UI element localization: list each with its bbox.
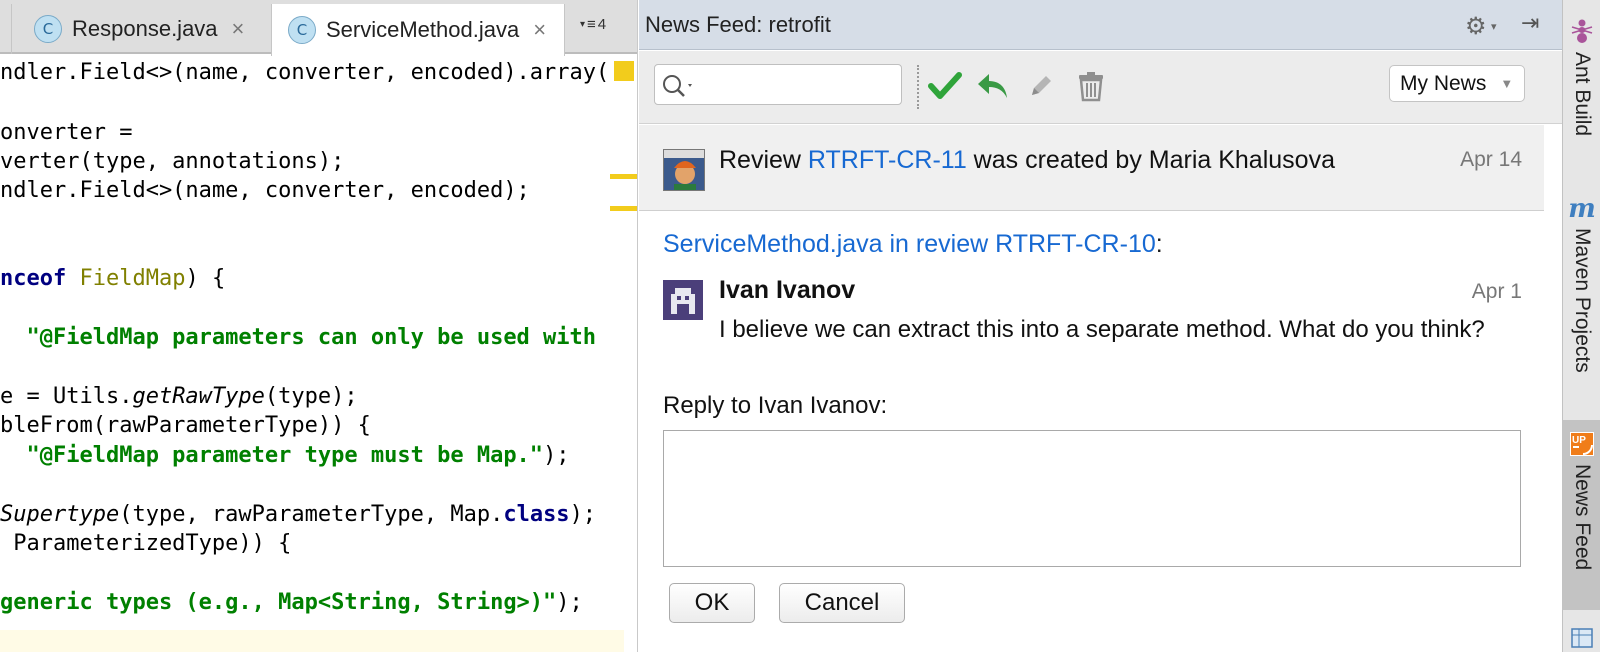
tool-tab-ant-build[interactable]: Ant Build	[1563, 18, 1600, 168]
tool-tab-label: Maven Projects	[1571, 228, 1594, 373]
news-feed-panel: News Feed: retrofit ⚙ ▾ ⇥ My News ▼ Revi…	[639, 0, 1562, 652]
code-line: "@FieldMap parameters can only be used w…	[0, 325, 610, 350]
avatar	[663, 280, 703, 320]
tool-tab-maven-projects[interactable]: m Maven Projects	[1563, 194, 1600, 398]
tool-tab-news-feed[interactable]: UP News Feed	[1563, 420, 1600, 610]
code-area[interactable]: ndler.Field<>(name, converter, encoded).…	[0, 58, 620, 652]
checkmark-icon	[928, 72, 962, 99]
tab-hidden-partial[interactable]	[0, 4, 12, 54]
tab-label: Response.java	[72, 16, 218, 41]
tool-window-strip: Ant Build m Maven Projects UP News Feed	[1562, 0, 1600, 652]
close-tab-icon[interactable]: ×	[232, 16, 245, 42]
feed-item-date: Apr 14	[1460, 148, 1522, 171]
reply-label: Reply to Ivan Ivanov:	[663, 392, 888, 419]
gear-icon[interactable]: ⚙	[1465, 12, 1487, 41]
tab-servicemethod-java[interactable]: C ServiceMethod.java ×	[271, 4, 565, 56]
detail-title: ServiceMethod.java in review RTRFT-CR-10…	[663, 230, 1163, 258]
code-line: "@FieldMap parameter type must be Map.")…	[0, 443, 570, 468]
avatar	[663, 149, 705, 191]
code-line: ndler.Field<>(name, converter, encoded);	[0, 178, 530, 203]
code-line: e = Utils.getRawType(type);	[0, 384, 358, 409]
code-line: generic types (e.g., Map<String, String>…	[0, 590, 583, 615]
feed-detail: ServiceMethod.java in review RTRFT-CR-10…	[639, 212, 1544, 652]
feed-item-text: Review RTRFT-CR-11 was created by Maria …	[719, 146, 1335, 174]
tab-overflow-button[interactable]: ▾ ≡ 4	[580, 16, 606, 33]
maven-icon: m	[1568, 194, 1596, 224]
code-line: bleFrom(rawParameterType)) {	[0, 413, 371, 438]
comment-text: I believe we can extract this into a sep…	[719, 316, 1485, 343]
chevron-down-icon: ▾	[580, 19, 586, 30]
panel-title: News Feed: retrofit	[645, 11, 831, 37]
reply-icon	[978, 74, 1007, 98]
chevron-down-icon: ▼	[1500, 76, 1514, 91]
reply-textarea[interactable]	[663, 430, 1521, 567]
tool-tab-label: Ant Build	[1571, 52, 1594, 137]
change-marker[interactable]	[610, 174, 637, 179]
upsource-icon: UP	[1570, 432, 1594, 456]
reply-button[interactable]	[975, 68, 1011, 104]
grid-icon[interactable]	[1571, 628, 1593, 648]
code-line: Supertype(type, rawParameterType, Map.cl…	[0, 502, 597, 527]
tab-response-java[interactable]: C Response.java ×	[34, 4, 270, 54]
list-icon: ≡	[587, 16, 596, 33]
code-line: ndler.Field<>(name, converter, encoded).…	[0, 60, 610, 85]
panel-header: News Feed: retrofit ⚙ ▾ ⇥	[639, 0, 1562, 50]
ant-icon	[1571, 19, 1593, 43]
java-class-icon: C	[34, 15, 62, 43]
toolbar-separator	[917, 65, 919, 109]
edit-button[interactable]	[1023, 68, 1059, 104]
trash-icon	[1079, 72, 1103, 102]
warning-marker[interactable]	[614, 61, 634, 81]
hide-panel-icon[interactable]: ⇥	[1521, 10, 1539, 36]
search-box[interactable]	[654, 64, 902, 105]
current-line-highlight	[0, 630, 624, 652]
code-line: nceof FieldMap) {	[0, 266, 226, 291]
feed-list-item[interactable]: Review RTRFT-CR-11 was created by Maria …	[639, 125, 1544, 211]
code-line: onverter =	[0, 120, 133, 145]
chevron-down-icon[interactable]: ▾	[1491, 20, 1497, 33]
code-line: ParameterizedType)) {	[0, 531, 292, 556]
comment-author: Ivan Ivanov	[719, 276, 856, 304]
code-editor[interactable]: C Response.java × C ServiceMethod.java ×…	[0, 0, 638, 652]
news-filter-select[interactable]: My News ▼	[1389, 65, 1525, 102]
cancel-button[interactable]: Cancel	[779, 583, 905, 623]
filter-label: My News	[1400, 71, 1487, 95]
review-link[interactable]: RTRFT-CR-11	[808, 146, 967, 174]
pencil-icon	[1032, 76, 1051, 95]
close-tab-icon[interactable]: ×	[533, 17, 546, 43]
ok-button[interactable]: OK	[669, 583, 755, 623]
java-class-icon: C	[288, 16, 316, 44]
search-icon[interactable]	[661, 73, 697, 99]
code-line: verter(type, annotations);	[0, 149, 345, 174]
tab-label: ServiceMethod.java	[326, 17, 520, 42]
file-review-link[interactable]: ServiceMethod.java in review RTRFT-CR-10	[663, 230, 1156, 258]
svg-text:UP: UP	[1572, 435, 1586, 446]
overflow-count: 4	[597, 16, 607, 33]
tool-tab-label: News Feed	[1571, 464, 1594, 571]
delete-button[interactable]	[1073, 68, 1109, 104]
approve-button[interactable]	[927, 68, 963, 104]
comment-date: Apr 1	[1471, 280, 1522, 303]
editor-tab-bar: C Response.java × C ServiceMethod.java ×…	[0, 0, 637, 56]
search-input[interactable]	[695, 71, 895, 99]
feed-toolbar: My News ▼	[639, 51, 1562, 124]
change-marker[interactable]	[610, 206, 637, 211]
